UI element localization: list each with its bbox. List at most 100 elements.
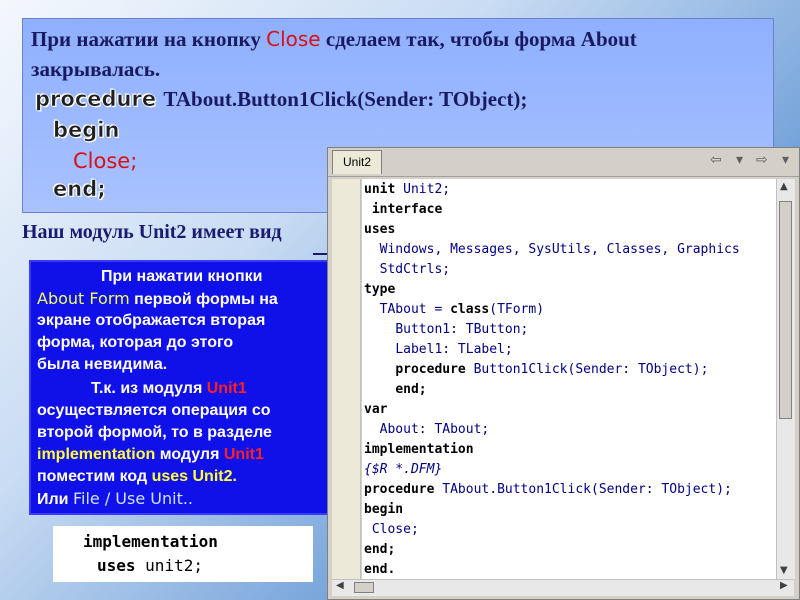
implementation-term: implementation: [37, 446, 156, 463]
tab-unit2[interactable]: Unit2: [332, 150, 382, 174]
code-keyword: uses: [364, 222, 396, 237]
code-text: TAbout.Button1Click(Sender: TObject);: [434, 482, 732, 497]
code-line: Close;: [364, 520, 419, 540]
code-line: implementation: [364, 440, 474, 460]
explain-line-9-text: модуля: [159, 446, 220, 463]
code-line: end;: [364, 540, 395, 560]
uses-unit2-term: uses Unit2.: [151, 468, 237, 485]
scroll-right-icon[interactable]: ▶: [780, 580, 788, 591]
explain-line-6-text: Т.к. из модуля: [91, 380, 203, 397]
code-editor-window: Unit2 ⇦ ▾ ⇨ ▾ unit Unit2; interface uses …: [327, 147, 800, 600]
code-line: Windows, Messages, SysUtils, Classes, Gr…: [364, 240, 740, 260]
code-line: StdCtrls;: [364, 260, 450, 280]
code-line: About: TAbout;: [364, 420, 490, 440]
explain-line-11: Или File / Use Unit..: [37, 490, 193, 509]
explain-line-8: второй формой, то в разделе: [37, 424, 272, 441]
explanation-panel: При нажатии кнопки About Form первой фор…: [29, 260, 331, 515]
code-line: Button1: TButton;: [364, 320, 528, 340]
vertical-scrollbar[interactable]: ▲ ▼: [776, 179, 795, 579]
code-text: (TForm): [489, 302, 545, 317]
code-keyword: end;: [364, 542, 396, 557]
code-text: StdCtrls;: [379, 262, 451, 277]
code-text: Button1: TButton;: [395, 322, 529, 337]
code-keyword: var: [364, 402, 388, 417]
explain-line-10: поместим код uses Unit2.: [37, 468, 237, 486]
snippet-end-keyword: end;: [53, 177, 106, 202]
code-keyword: unit: [364, 182, 396, 197]
explain-line-2-text: первой формы на: [134, 291, 278, 308]
snippet-close-statement: Close;: [73, 149, 138, 173]
file-use-unit-menu-path: File / Use Unit..: [72, 489, 194, 508]
scroll-left-icon[interactable]: ◀: [336, 580, 344, 591]
explain-line-11-text: Или: [37, 491, 69, 508]
code-keyword: interface: [371, 202, 443, 217]
code-text: TAbout =: [379, 302, 451, 317]
snippet-signature: TAbout.Button1Click(Sender: TObject);: [163, 87, 528, 111]
about-form-term: About Form: [37, 289, 130, 308]
module-title: Наш модуль Unit2 имеет вид: [22, 221, 282, 243]
code-line: var: [364, 400, 387, 420]
horizontal-scroll-thumb[interactable]: [354, 582, 374, 593]
code-text: Unit2;: [395, 182, 451, 197]
intro-text-part2: сделаем так, чтобы форма About: [325, 27, 637, 51]
code-keyword: end;: [395, 382, 427, 397]
close-keyword: Close: [266, 27, 321, 51]
code-text: Button1Click(Sender: TObject);: [465, 362, 709, 377]
explain-line-6: Т.к. из модуля Unit1: [91, 380, 247, 398]
code-comment: {$R *.DFM}: [364, 462, 443, 477]
explain-line-2: About Form первой формы на: [37, 290, 278, 309]
code-keyword: end.: [364, 562, 396, 577]
uses-line: uses unit2;: [97, 556, 203, 575]
code-line: procedure Button1Click(Sender: TObject);: [364, 360, 708, 380]
code-line: end.: [364, 560, 395, 579]
code-line: end;: [364, 380, 427, 400]
forward-arrow-icon[interactable]: ⇨: [756, 152, 768, 168]
editor-gutter: [332, 179, 361, 579]
code-keyword: procedure: [395, 362, 466, 377]
code-keyword: begin: [364, 502, 404, 517]
intro-text-part1: При нажатии на кнопку: [31, 27, 261, 51]
editor-tabbar: Unit2 ⇦ ▾ ⇨ ▾: [328, 148, 799, 177]
vertical-scroll-thumb[interactable]: [779, 201, 792, 419]
code-line: type: [364, 280, 395, 300]
explain-line-1: При нажатии кнопки: [101, 268, 263, 285]
explain-line-5: была невидима.: [37, 356, 168, 373]
unit2-name: unit2;: [145, 556, 203, 575]
code-text: Windows, Messages, SysUtils, Classes, Gr…: [379, 242, 740, 257]
code-text: About: TAbout;: [379, 422, 490, 437]
explain-line-3: экране отображается вторая: [37, 312, 266, 329]
scroll-up-icon[interactable]: ▲: [780, 181, 788, 192]
uses-keyword: uses: [97, 556, 136, 575]
code-line: TAbout = class(TForm): [364, 300, 544, 320]
unit1-term-2: Unit1: [223, 446, 264, 463]
code-line: begin: [364, 500, 403, 520]
code-keyword: implementation: [364, 442, 474, 457]
code-text: Close;: [371, 522, 419, 537]
code-line: procedure TAbout.Button1Click(Sender: TO…: [364, 480, 732, 500]
code-line: uses: [364, 220, 395, 240]
scroll-down-icon[interactable]: ▼: [780, 565, 788, 576]
impl-line: implementation: [83, 532, 218, 551]
back-arrow-icon[interactable]: ⇦: [710, 152, 722, 168]
code-line: interface: [364, 200, 442, 220]
unit1-term: Unit1: [206, 380, 247, 397]
explain-line-9: implementation модуля Unit1: [37, 446, 264, 464]
chevron-down-icon[interactable]: ▾: [736, 152, 743, 168]
code-line: unit Unit2;: [364, 180, 450, 200]
intro-heading-line1: При нажатии на кнопку Close сделаем так,…: [31, 27, 637, 52]
snippet-procedure-line: procedure TAbout.Button1Click(Sender: TO…: [35, 87, 528, 112]
code-keyword: class: [450, 302, 490, 317]
snippet-begin-keyword: begin: [53, 118, 120, 143]
code-keyword: procedure: [364, 482, 435, 497]
code-keyword: type: [364, 282, 396, 297]
code-text: Label1: TLabel;: [395, 342, 513, 357]
explain-line-7: осуществляется операция со: [37, 402, 271, 419]
chevron-down-icon-2[interactable]: ▾: [782, 152, 789, 168]
explain-line-4: форма, которая до этого: [37, 334, 234, 351]
code-line: Label1: TLabel;: [364, 340, 513, 360]
snippet-procedure-keyword: procedure: [35, 87, 157, 112]
horizontal-scrollbar[interactable]: ◀ ▶: [332, 579, 794, 596]
intro-heading-line2: закрывалась.: [31, 57, 161, 81]
code-text-area[interactable]: unit Unit2; interface uses Windows, Messa…: [362, 179, 776, 579]
explain-line-10-text: поместим код: [37, 468, 148, 485]
